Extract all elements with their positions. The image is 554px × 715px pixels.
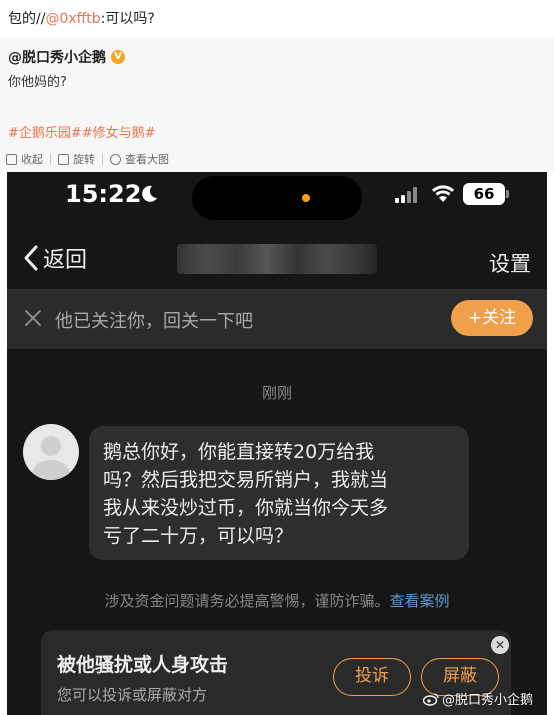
moon-icon [142, 185, 157, 202]
avatar[interactable] [23, 424, 79, 480]
back-label: 返回 [43, 248, 88, 273]
report-card-subtitle: 您可以投诉或屏蔽对方 [57, 686, 208, 704]
status-time: 15:22 [65, 180, 142, 208]
settings-button[interactable]: 设置 [489, 248, 531, 278]
fraud-warning: 涉及资金问题请务必提高警惕，谨防诈骗。查看案例 [7, 590, 547, 611]
view-large-label: 查看大图 [125, 153, 169, 166]
blurred-contact-name [177, 244, 377, 274]
status-bar: 15:22 66 [7, 172, 547, 220]
retweet-author[interactable]: @脱口秀小企鹅 V [8, 47, 125, 67]
dynamic-island [192, 176, 362, 220]
view-cases-link[interactable]: 查看案例 [390, 592, 450, 610]
cellular-signal-icon [395, 185, 417, 203]
retweet-block: @脱口秀小企鹅 V 你他妈的? #企鹅乐园##修女与鹅# 收起 旋转 查看大图 [0, 38, 554, 172]
retweet-hashtags[interactable]: #企鹅乐园##修女与鹅# [8, 122, 156, 141]
divider [50, 153, 51, 165]
chevron-left-icon [24, 245, 38, 271]
chat-nav-bar: 返回 设置 [7, 232, 547, 288]
follow-back-bar: 他已关注你，回关一下吧 +关注 [7, 289, 547, 349]
message-line: 鹅总你好，你能直接转20万给我 [103, 441, 375, 463]
follow-back-text: 他已关注你，回关一下吧 [55, 311, 253, 332]
battery-icon: 66 [463, 183, 505, 205]
fraud-warning-text: 涉及资金问题请务必提高警惕，谨防诈骗。 [104, 592, 390, 610]
wifi-icon [432, 185, 454, 202]
comment-suffix: :可以吗? [100, 11, 155, 27]
report-card-title: 被他骚扰或人身攻击 [57, 654, 229, 676]
privacy-indicator-icon [302, 194, 310, 202]
watermark-text: @脱口秀小企鹅 [442, 693, 534, 708]
watermark: @脱口秀小企鹅 [423, 689, 533, 708]
message-timestamp: 刚刚 [261, 384, 292, 402]
retweet-author-name[interactable]: @脱口秀小企鹅 [8, 47, 106, 67]
close-icon[interactable] [22, 307, 44, 329]
back-button[interactable]: 返回 [21, 242, 87, 274]
battery-cap [506, 190, 509, 198]
retweet-text: 你他妈的? [8, 75, 67, 90]
weibo-logo-icon [423, 692, 439, 706]
message-line: 我从来没炒过币，你就当你今天多 [103, 497, 389, 519]
message-line: 亏了二十万，可以吗？ [103, 525, 294, 547]
report-button[interactable]: 投诉 [333, 658, 411, 696]
chat-screenshot: 15:22 66 返回 设置 他已关注你，回关一下吧 +关注 刚刚 鹅总你好，你… [7, 172, 547, 715]
comment-line: 包的//@0xfftb:可以吗? [8, 8, 155, 28]
message-line: 吗？然后我把交易所销户，我就当 [103, 469, 389, 491]
rotate-icon [58, 153, 69, 165]
verified-badge-icon: V [111, 50, 125, 64]
rotate-label: 旋转 [73, 153, 95, 166]
collapse-button[interactable]: 收起 [6, 151, 43, 167]
default-avatar-icon [32, 436, 70, 480]
comment-prefix: 包的// [8, 11, 46, 27]
divider [102, 153, 103, 165]
image-actions-bar: 收起 旋转 查看大图 [6, 151, 169, 167]
zoom-icon [110, 153, 121, 165]
view-large-button[interactable]: 查看大图 [110, 151, 169, 167]
follow-button[interactable]: +关注 [451, 300, 533, 336]
collapse-label: 收起 [21, 153, 43, 166]
user-mention-link[interactable]: @0xfftb [45, 11, 100, 27]
collapse-icon [6, 153, 17, 165]
rotate-button[interactable]: 旋转 [58, 151, 95, 167]
message-bubble: 鹅总你好，你能直接转20万给我 吗？然后我把交易所销户，我就当 我从来没炒过币，… [89, 426, 469, 560]
close-card-icon[interactable]: ✕ [491, 636, 509, 654]
